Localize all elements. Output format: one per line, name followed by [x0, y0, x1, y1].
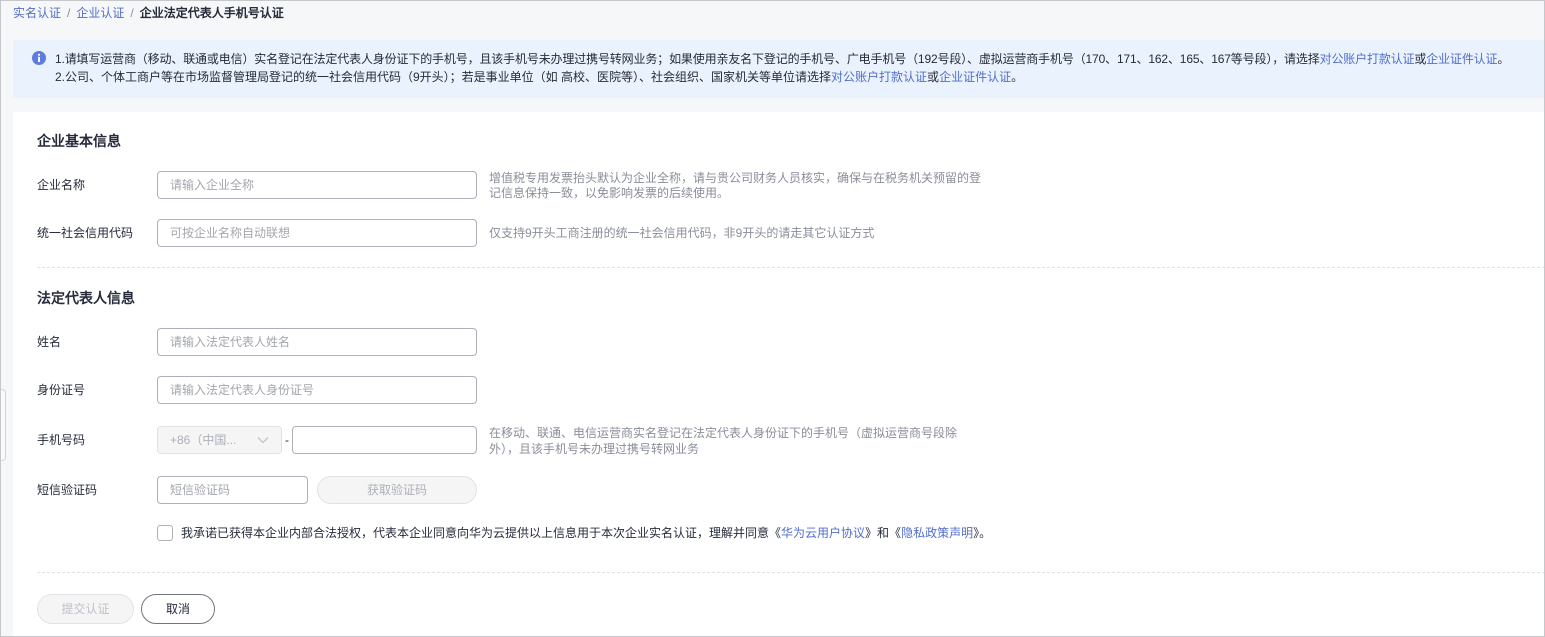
agreement-checkbox[interactable] — [157, 525, 173, 541]
credit-code-hint: 仅支持9开头工商注册的统一社会信用代码，非9开头的请走其它认证方式 — [489, 226, 875, 240]
legal-rep-name-input[interactable] — [157, 328, 477, 356]
auth-form-card: 企业基本信息 企业名称 增值税专用发票抬头默认为企业全称，请与贵公司财务人员核实… — [13, 112, 1545, 637]
chevron-down-icon — [257, 436, 269, 444]
country-code-value: +86（中国... — [170, 433, 237, 447]
notice-text: 2.公司、个体工商户等在市场监督管理局登记的统一社会信用代码（9开头）；若是事业… — [55, 70, 832, 84]
section-divider — [37, 572, 1545, 573]
link-enterprise-cert-auth[interactable]: 企业证件认证 — [1426, 52, 1497, 66]
company-name-label: 企业名称 — [37, 178, 86, 192]
notice-text: 。 — [1497, 52, 1510, 66]
form-row-id-number: 身份证号 — [13, 376, 1545, 404]
form-row-phone: 手机号码 +86（中国... - 在移动、联通、电信运营商实名登记在法定代表人身… — [13, 426, 1545, 456]
company-name-hint: 增值税专用发票抬头默认为企业全称，请与贵公司财务人员核实，确保与在税务机关预留的… — [489, 171, 982, 200]
link-bank-transfer-auth[interactable]: 对公账户打款认证 — [831, 70, 927, 84]
form-row-company-name: 企业名称 增值税专用发票抬头默认为企业全称，请与贵公司财务人员核实，确保与在税务… — [13, 171, 1545, 200]
get-code-button[interactable]: 获取验证码 — [317, 476, 477, 504]
agreement-bracket: 《 — [769, 526, 782, 540]
country-code-select[interactable]: +86（中国... — [157, 426, 282, 454]
link-bank-transfer-auth[interactable]: 对公账户打款认证 — [1320, 52, 1415, 66]
phone-number-input[interactable] — [292, 426, 477, 454]
sidebar-collapse-handle[interactable] — [0, 389, 6, 461]
breadcrumb-item-current: 企业法定代表人手机号认证 — [139, 6, 284, 20]
credit-code-label: 统一社会信用代码 — [37, 226, 134, 240]
form-row-sms-code: 短信验证码 获取验证码 — [13, 476, 1545, 504]
legal-rep-name-label: 姓名 — [37, 335, 62, 349]
company-name-input[interactable] — [157, 171, 477, 199]
id-number-input[interactable] — [157, 376, 477, 404]
agreement-bracket: 》。 — [973, 526, 992, 540]
section-title-legal-rep-info: 法定代表人信息 — [37, 290, 135, 306]
notice-banner: 1.请填写运营商（移动、联通或电信）实名登记在法定代表人身份证下的手机号，且该手… — [13, 40, 1545, 98]
link-privacy-statement[interactable]: 隐私政策声明 — [901, 526, 973, 540]
link-user-agreement[interactable]: 华为云用户协议 — [781, 526, 865, 540]
section-title-enterprise-info: 企业基本信息 — [37, 133, 121, 149]
breadcrumb-separator: / — [67, 6, 71, 20]
phone-label: 手机号码 — [37, 433, 86, 447]
credit-code-input[interactable] — [157, 219, 477, 247]
phone-separator: - — [285, 433, 289, 447]
id-number-label: 身份证号 — [37, 383, 86, 397]
breadcrumb-separator: / — [130, 6, 134, 20]
notice-text: 1.请填写运营商（移动、联通或电信）实名登记在法定代表人身份证下的手机号，且该手… — [55, 52, 1320, 66]
agreement-text: 我承诺已获得本企业内部合法授权，代表本企业同意向华为云提供以上信息用于本次企业实… — [181, 524, 991, 542]
link-enterprise-cert-auth[interactable]: 企业证件认证 — [939, 70, 1011, 84]
agreement-bracket: 》和《 — [865, 526, 902, 540]
form-row-legal-rep-name: 姓名 — [13, 328, 1545, 356]
cancel-button[interactable]: 取消 — [141, 594, 215, 624]
sms-code-label: 短信验证码 — [37, 483, 98, 497]
notice-text: 。 — [1011, 70, 1024, 84]
agreement-row: 我承诺已获得本企业内部合法授权，代表本企业同意向华为云提供以上信息用于本次企业实… — [13, 524, 1545, 542]
notice-text: 或 — [927, 70, 940, 84]
sms-code-input[interactable] — [157, 476, 308, 504]
form-row-credit-code: 统一社会信用代码 仅支持9开头工商注册的统一社会信用代码，非9开头的请走其它认证… — [13, 219, 1545, 247]
phone-hint: 在移动、联通、电信运营商实名登记在法定代表人身份证下的手机号（虚拟运营商号段除外… — [489, 426, 958, 456]
notice-line-1: 1.请填写运营商（移动、联通或电信）实名登记在法定代表人身份证下的手机号，且该手… — [55, 50, 1509, 68]
submit-button[interactable]: 提交认证 — [37, 594, 134, 624]
breadcrumb: 实名认证 / 企业认证 / 企业法定代表人手机号认证 — [13, 5, 284, 21]
info-icon — [32, 51, 46, 65]
breadcrumb-item-real-name-auth[interactable]: 实名认证 — [13, 5, 61, 21]
notice-line-2: 2.公司、个体工商户等在市场监督管理局登记的统一社会信用代码（9开头）；若是事业… — [55, 68, 1023, 86]
section-divider — [37, 267, 1545, 268]
breadcrumb-item-enterprise-auth[interactable]: 企业认证 — [76, 5, 124, 21]
agreement-statement: 我承诺已获得本企业内部合法授权，代表本企业同意向华为云提供以上信息用于本次企业实… — [181, 526, 770, 540]
notice-text: 或 — [1414, 52, 1427, 66]
page: 实名认证 / 企业认证 / 企业法定代表人手机号认证 1.请填写运营商（移动、联通或电信… — [0, 0, 1545, 637]
